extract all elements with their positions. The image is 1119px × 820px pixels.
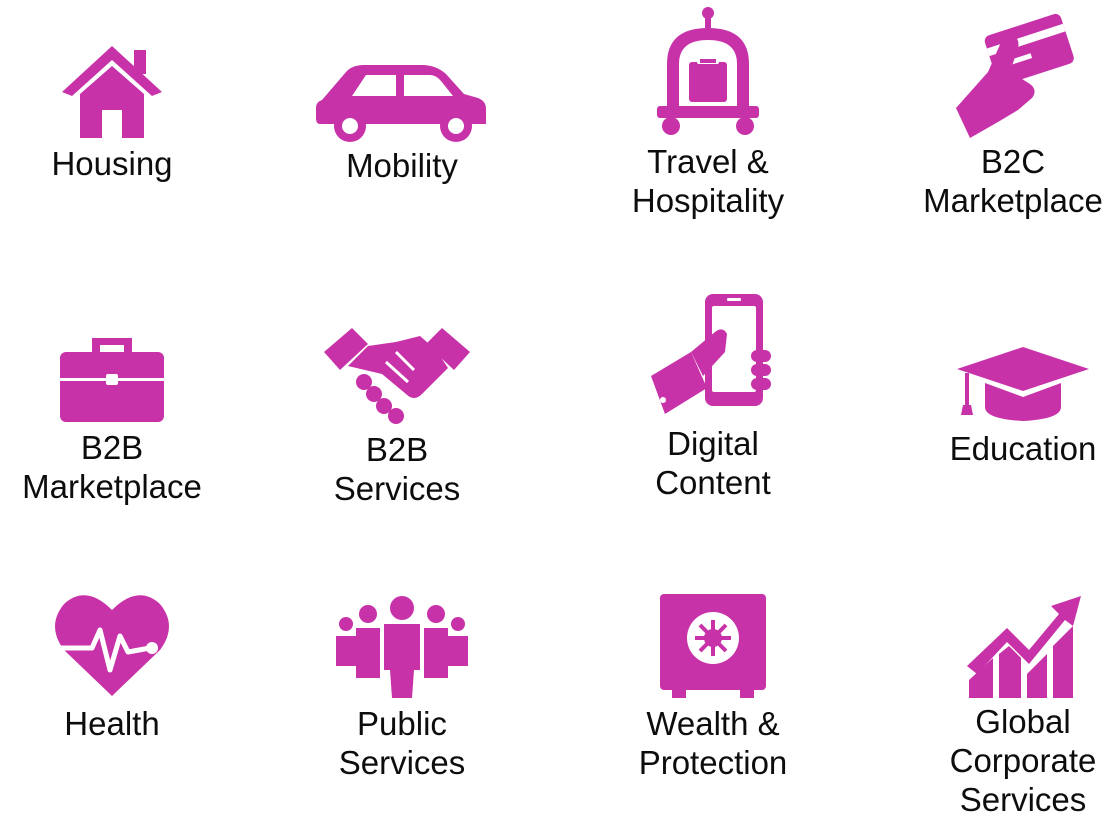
tile-global-corporate-services: Global Corporate Services bbox=[893, 594, 1119, 819]
graduation-cap-icon bbox=[957, 347, 1089, 421]
tile-label: Wealth & Protection bbox=[638, 705, 788, 781]
tile-label: Public Services bbox=[338, 705, 466, 781]
luggage-cart-icon bbox=[657, 7, 759, 135]
tile-b2b-services: B2B Services bbox=[267, 322, 527, 508]
hand-phone-icon bbox=[651, 294, 771, 414]
handshake-icon bbox=[324, 328, 470, 424]
tile-public-services: Public Services bbox=[272, 594, 532, 782]
tile-label: Digital Content bbox=[655, 425, 771, 501]
tile-label: Mobility bbox=[346, 147, 458, 184]
tile-wealth-protection: Wealth & Protection bbox=[583, 592, 843, 782]
tile-b2c-marketplace: B2C Marketplace bbox=[883, 10, 1119, 220]
hand-card-icon bbox=[956, 13, 1074, 138]
tile-label: Education bbox=[949, 430, 1097, 467]
tile-b2b-marketplace: B2B Marketplace bbox=[0, 334, 242, 506]
tile-housing: Housing bbox=[0, 40, 242, 183]
tile-digital-content: Digital Content bbox=[583, 292, 843, 502]
growth-chart-icon bbox=[967, 596, 1081, 698]
tile-label: Housing bbox=[51, 145, 173, 182]
tile-label: Travel & Hospitality bbox=[631, 143, 785, 219]
tile-travel-hospitality: Travel & Hospitality bbox=[578, 6, 838, 220]
tile-label: B2B Services bbox=[333, 431, 461, 507]
heart-pulse-icon bbox=[55, 595, 169, 696]
tile-mobility: Mobility bbox=[272, 52, 532, 185]
safe-icon bbox=[660, 594, 766, 698]
tile-label: B2B Marketplace bbox=[22, 429, 202, 505]
car-icon bbox=[316, 65, 486, 142]
tile-label: Global Corporate Services bbox=[949, 703, 1097, 818]
house-icon bbox=[62, 46, 162, 138]
tile-label: Health bbox=[64, 705, 160, 742]
tile-label: B2C Marketplace bbox=[923, 143, 1103, 219]
people-group-icon bbox=[336, 596, 468, 698]
briefcase-icon bbox=[60, 338, 164, 422]
tile-education: Education bbox=[893, 345, 1119, 468]
industry-icon-grid: Housing Mobility Travel & Hospitality B2… bbox=[0, 0, 1119, 820]
tile-health: Health bbox=[0, 590, 242, 743]
